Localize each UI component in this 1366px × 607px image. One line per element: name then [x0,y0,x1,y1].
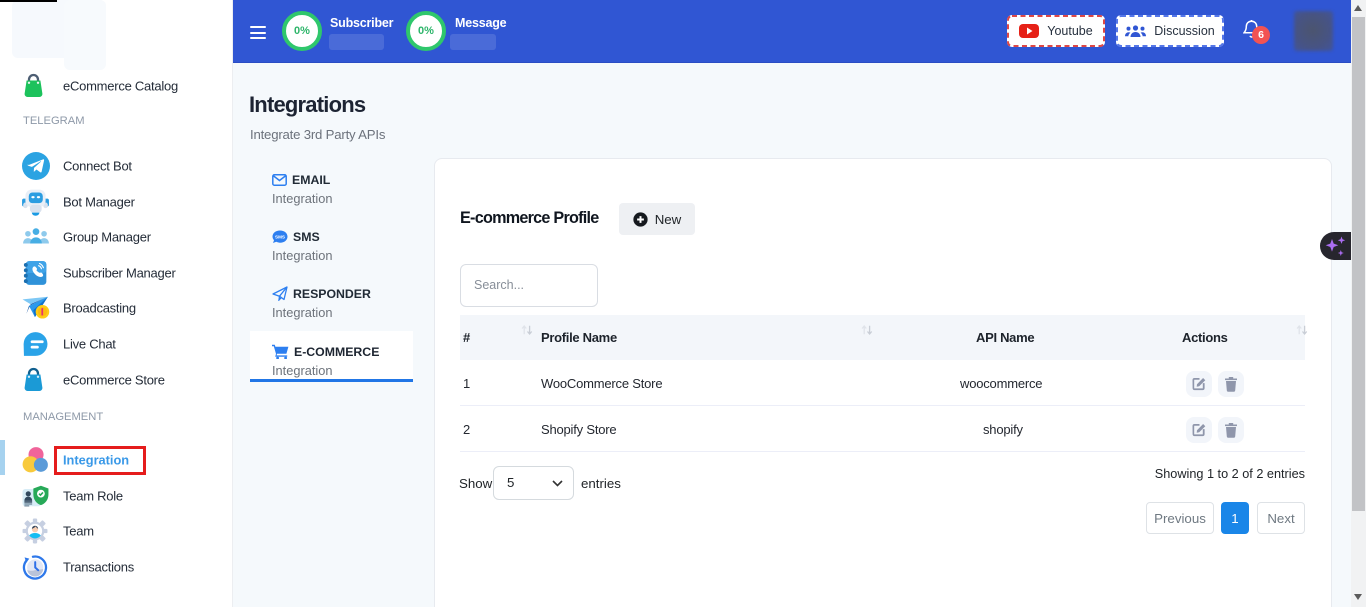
svg-text:SMS: SMS [275,234,285,239]
